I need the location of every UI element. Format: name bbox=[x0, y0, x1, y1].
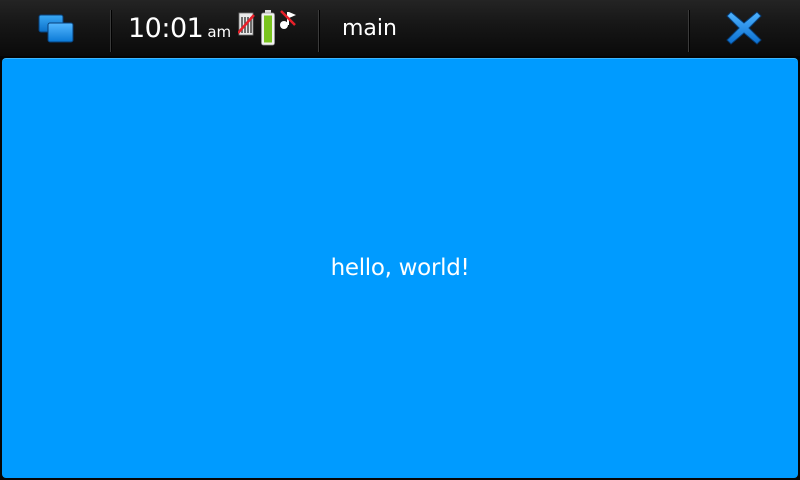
status-divider bbox=[110, 10, 111, 52]
status-divider bbox=[318, 10, 319, 52]
battery-full-icon bbox=[261, 10, 275, 46]
status-divider bbox=[688, 10, 689, 52]
close-button[interactable] bbox=[725, 10, 763, 46]
task-switcher-icon bbox=[38, 14, 74, 43]
clock[interactable]: 10:01 am bbox=[128, 12, 231, 46]
no-signal-icon bbox=[237, 12, 255, 36]
main-content-area: hello, world! bbox=[2, 58, 798, 478]
status-indicators[interactable] bbox=[237, 9, 302, 49]
task-switcher-button[interactable] bbox=[36, 12, 76, 46]
sound-muted-icon bbox=[280, 10, 296, 29]
clock-ampm: am bbox=[207, 23, 232, 41]
clock-time: 10:01 bbox=[128, 13, 204, 44]
status-bar: 10:01 am main bbox=[0, 0, 800, 56]
app-title[interactable]: main bbox=[342, 12, 397, 46]
hello-world-label: hello, world! bbox=[330, 255, 470, 281]
close-icon bbox=[726, 11, 762, 45]
app-window: 10:01 am main hello, world! bbox=[0, 0, 800, 480]
